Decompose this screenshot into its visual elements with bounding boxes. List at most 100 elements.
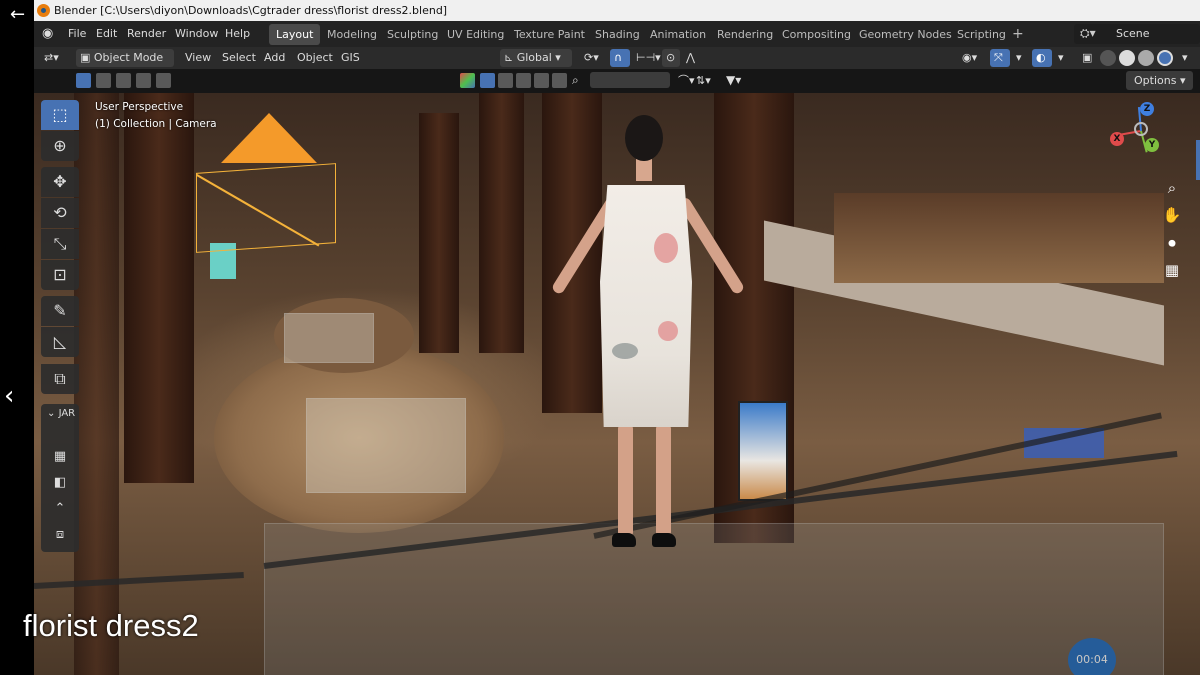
filter-empty-icon[interactable] xyxy=(552,73,567,88)
figure-neck[interactable] xyxy=(636,159,652,181)
tab-geometry-nodes[interactable]: Geometry Nodes xyxy=(852,24,959,45)
select-subtract-icon[interactable] xyxy=(116,73,131,88)
object-mode-dropdown[interactable]: ▣ Object Mode ▾ xyxy=(76,49,174,82)
pivot-point-icon[interactable]: ⟳▾ xyxy=(580,49,603,67)
menu-add[interactable]: Add xyxy=(260,49,289,67)
menu-help[interactable]: Help xyxy=(221,21,254,47)
proportional-edit-icon[interactable]: ⊙ xyxy=(662,49,680,67)
camera-frame[interactable] xyxy=(196,163,336,253)
select-box-tool-icon[interactable]: ⬚ xyxy=(41,100,79,130)
menu-select[interactable]: Select xyxy=(218,49,260,67)
visibility-eye-icon[interactable]: ◉▾ xyxy=(958,49,981,67)
overlay-dropdown-icon[interactable]: ▾ xyxy=(1054,49,1068,67)
window-titlebar: Blender [C:\Users\diyon\Downloads\Cgtrad… xyxy=(34,0,1200,21)
zoom-icon[interactable]: ⌕ xyxy=(1162,178,1182,198)
navigation-gizmo[interactable]: Z X Y xyxy=(1100,100,1180,175)
overlay-toggle-icon[interactable]: ◐ xyxy=(1032,49,1052,67)
tab-layout[interactable]: Layout xyxy=(269,24,321,45)
sort-icon[interactable]: ⇅▾ xyxy=(696,73,724,88)
menu-render[interactable]: Render xyxy=(123,21,170,47)
menu-window[interactable]: Window xyxy=(171,21,222,47)
figure-head[interactable] xyxy=(625,115,663,161)
add-cube-tool-icon[interactable]: ⧉ xyxy=(41,364,79,394)
transform-orientation-dropdown[interactable]: ⊾ Global ▾ xyxy=(500,49,572,67)
move-tool-icon[interactable]: ✥ xyxy=(41,167,79,197)
search-icon[interactable]: ⌕ xyxy=(572,73,587,88)
menu-object[interactable]: Object xyxy=(293,49,337,67)
chevron-left-icon[interactable]: ‹ xyxy=(4,382,26,410)
add-workspace-button[interactable]: + xyxy=(1012,24,1024,45)
scale-tool-icon[interactable]: ⤡ xyxy=(41,229,79,259)
figure-right-shoe[interactable] xyxy=(652,533,676,547)
roof-tool-icon[interactable]: ⌃ xyxy=(53,502,67,516)
axis-z-icon[interactable]: Z xyxy=(1140,102,1154,116)
transform-tool-icon[interactable]: ⊡ xyxy=(41,260,79,290)
video-timer: 00:04 xyxy=(1068,638,1116,675)
jar-tool-panel: ⌄ JAR ▦ ◧ ⌃ ⧈ xyxy=(41,404,79,552)
select-invert-icon[interactable] xyxy=(136,73,151,88)
xray-toggle-icon[interactable]: ▣ xyxy=(1078,49,1096,67)
perspective-toggle-icon[interactable]: ▦ xyxy=(1162,260,1182,280)
blender-logo-icon[interactable]: ◉ xyxy=(42,26,58,42)
3d-viewport[interactable]: User Perspective (1) Collection | Camera xyxy=(34,93,1200,675)
snap-icon[interactable]: ∩ xyxy=(610,49,630,67)
tab-animation[interactable]: Animation xyxy=(643,24,713,45)
panel-tool-icon[interactable]: ◧ xyxy=(53,476,67,490)
figure-right-leg[interactable] xyxy=(656,423,671,538)
pan-hand-icon[interactable]: ✋ xyxy=(1162,205,1182,225)
figure-dress[interactable] xyxy=(600,185,692,427)
grid-tool-icon[interactable]: ▦ xyxy=(53,450,67,464)
material-shading-icon[interactable] xyxy=(1138,50,1154,66)
camera-up-triangle[interactable] xyxy=(221,113,317,163)
snap-target-icon[interactable]: ⊢⊣▾ xyxy=(632,49,665,67)
axis-x-icon[interactable]: X xyxy=(1110,132,1124,146)
back-arrow-icon[interactable]: ← xyxy=(10,4,32,26)
figure-left-leg[interactable] xyxy=(618,423,633,538)
options-label: Options xyxy=(1134,74,1177,87)
axis-y-icon[interactable]: Y xyxy=(1145,138,1159,152)
filter-object-icon[interactable] xyxy=(480,73,495,88)
viewport-subheader: ⌕ ⌒▾ ⇅▾ ▼▾ Options ▾ xyxy=(34,69,1200,93)
tab-modeling[interactable]: Modeling xyxy=(320,24,384,45)
menu-view[interactable]: View xyxy=(181,49,215,67)
select-new-icon[interactable] xyxy=(76,73,91,88)
menu-file[interactable]: File xyxy=(64,21,90,47)
filter-mesh-icon[interactable] xyxy=(498,73,513,88)
falloff-icon[interactable]: ⋀ xyxy=(682,49,699,67)
pillar xyxy=(479,93,524,353)
search-field[interactable] xyxy=(590,72,670,88)
filter-funnel-icon[interactable]: ▼▾ xyxy=(726,73,750,88)
tab-shading[interactable]: Shading xyxy=(588,24,647,45)
wireframe-shading-icon[interactable] xyxy=(1100,50,1116,66)
menu-edit[interactable]: Edit xyxy=(92,21,121,47)
filter-camera-icon[interactable] xyxy=(516,73,531,88)
rotate-tool-icon[interactable]: ⟲ xyxy=(41,198,79,228)
tab-scripting[interactable]: Scripting xyxy=(950,24,1013,45)
menu-gis[interactable]: GIS xyxy=(337,49,364,67)
shading-dropdown-icon[interactable]: ▾ xyxy=(1178,49,1192,67)
curve-icon[interactable]: ⌒▾ xyxy=(678,73,695,88)
cursor-tool-icon[interactable]: ⊕ xyxy=(41,131,79,161)
camera-view-icon[interactable]: ⏺ xyxy=(1162,233,1182,253)
select-intersect-icon[interactable] xyxy=(156,73,171,88)
scene-selector[interactable]: ⛭▾ Scene xyxy=(1074,24,1200,44)
editor-type-icon[interactable]: ⇄▾ xyxy=(40,49,70,67)
tab-compositing[interactable]: Compositing xyxy=(775,24,858,45)
filter-light-icon[interactable] xyxy=(534,73,549,88)
gizmo-dropdown-icon[interactable]: ▾ xyxy=(1012,49,1026,67)
tab-texture-paint[interactable]: Texture Paint xyxy=(507,24,592,45)
layers-icon[interactable] xyxy=(460,73,475,88)
tab-uv-editing[interactable]: UV Editing xyxy=(440,24,511,45)
measure-tool-icon[interactable]: ◺ xyxy=(41,327,79,357)
gizmo-toggle-icon[interactable]: ⤧ xyxy=(990,49,1010,67)
tab-sculpting[interactable]: Sculpting xyxy=(380,24,445,45)
region-scroll-indicator[interactable] xyxy=(1196,140,1200,180)
solid-shading-icon[interactable] xyxy=(1119,50,1135,66)
rendered-shading-icon[interactable] xyxy=(1157,50,1173,66)
select-extend-icon[interactable] xyxy=(96,73,111,88)
box-tool-icon[interactable]: ⧈ xyxy=(53,528,67,542)
tab-rendering[interactable]: Rendering xyxy=(710,24,780,45)
options-dropdown[interactable]: Options ▾ xyxy=(1126,71,1194,90)
annotate-tool-icon[interactable]: ✎ xyxy=(41,296,79,326)
figure-left-shoe[interactable] xyxy=(612,533,636,547)
